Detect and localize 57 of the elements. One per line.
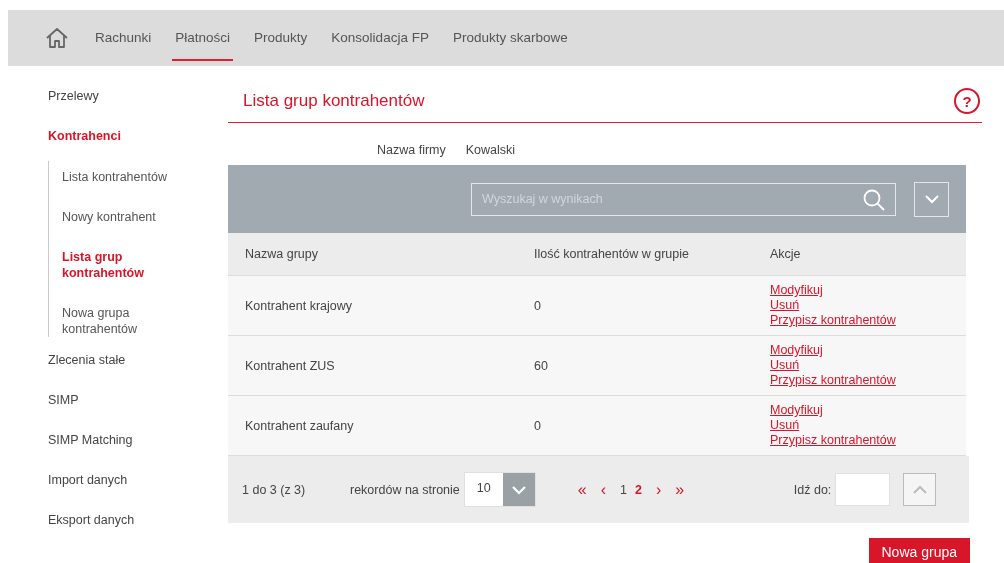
scroll-up-button[interactable] <box>903 473 937 506</box>
filter-value: Kowalski <box>465 143 516 157</box>
action-link[interactable]: Modyfikuj <box>770 403 823 418</box>
sidebar-item[interactable]: SIMP Matching <box>48 433 228 473</box>
column-header: Nazwa grupy <box>244 247 319 261</box>
next-page-link[interactable]: › <box>655 480 662 499</box>
page-link[interactable]: 2 <box>634 482 642 497</box>
nav-tab[interactable]: Produkty skarbowe <box>449 15 571 61</box>
sidebar-subitem[interactable]: Lista grup kontrahentów <box>62 249 192 281</box>
home-icon[interactable] <box>45 27 69 49</box>
sidebar-subitem[interactable]: Lista kontrahentów <box>62 169 192 185</box>
per-page-select[interactable]: 10 <box>463 472 536 507</box>
filter-label: Nazwa firmy <box>377 143 446 157</box>
table-cell-text: Kontrahent zaufany <box>244 418 355 433</box>
action-link[interactable]: Modyfikuj <box>770 343 823 358</box>
chevron-up-icon <box>911 484 928 495</box>
records-summary: 1 do 3 (z 3) <box>242 482 307 497</box>
action-link[interactable]: Modyfikuj <box>770 283 823 298</box>
sidebar-subitem[interactable]: Nowa grupa kontrahentów <box>62 305 192 337</box>
sidebar-item[interactable]: Przelewy <box>48 89 228 129</box>
action-link[interactable]: Przypisz kontrahentów <box>770 433 896 448</box>
action-link[interactable]: Usuń <box>770 358 800 373</box>
action-link[interactable]: Usuń <box>770 418 800 433</box>
nav-tab[interactable]: Produkty <box>251 15 311 61</box>
nav-tab[interactable]: Rachunki <box>92 15 155 61</box>
page-link[interactable]: 1 <box>620 482 627 497</box>
expand-button[interactable] <box>914 181 949 217</box>
column-header: Ilość kontrahentów w grupie <box>534 247 690 261</box>
go-to-field[interactable] <box>835 473 891 506</box>
nav-tab[interactable]: Konsolidacja FP <box>328 15 432 61</box>
action-link[interactable]: Usuń <box>770 298 800 313</box>
table-cell-text: Kontrahent krajowy <box>244 298 353 313</box>
sidebar-item[interactable]: Kontrahenci <box>48 129 228 169</box>
table-cell-text: 0 <box>534 418 542 433</box>
help-button[interactable]: ? <box>954 88 980 114</box>
table-cell-text: 60 <box>534 358 549 373</box>
table-cell-text: Kontrahent ZUS <box>244 358 336 373</box>
search-icon[interactable] <box>862 187 886 212</box>
chevron-down-icon <box>923 194 940 204</box>
sidebar-item[interactable]: Eksport danych <box>48 513 228 553</box>
first-page-link[interactable]: « <box>577 480 587 499</box>
sidebar-subitem[interactable]: Nowy kontrahent <box>62 209 192 225</box>
sidebar-item[interactable]: Zlecenia stałe <box>48 353 228 393</box>
column-header: Akcje <box>770 247 802 261</box>
nav-tab[interactable]: Płatności <box>172 15 234 61</box>
sidebar-item[interactable]: SIMP <box>48 393 228 433</box>
per-page-label: rekordów na stronie <box>350 482 460 497</box>
table-cell-text: 0 <box>534 298 542 313</box>
sidebar-item[interactable]: Import danych <box>48 473 228 513</box>
action-link[interactable]: Przypisz kontrahentów <box>770 373 896 388</box>
chevron-down-icon <box>510 484 527 495</box>
last-page-link[interactable]: » <box>675 480 685 499</box>
action-link[interactable]: Przypisz kontrahentów <box>770 313 896 328</box>
new-group-button[interactable]: Nowa grupa <box>868 538 970 563</box>
previous-page-link[interactable]: ‹ <box>600 480 606 499</box>
go-to-label: Idź do: <box>793 482 832 497</box>
page-title: Lista grup kontrahentów <box>243 91 425 111</box>
